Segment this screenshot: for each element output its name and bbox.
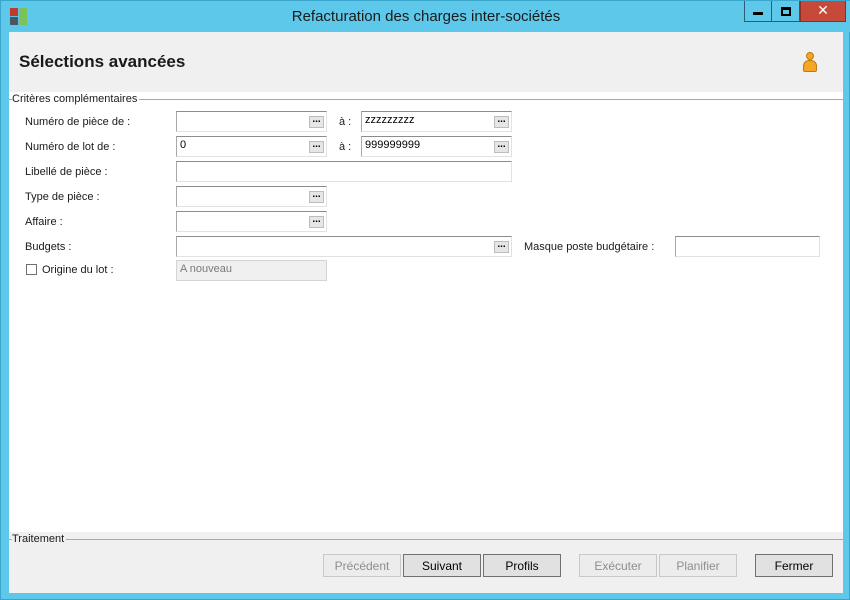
libelle-input[interactable]	[176, 161, 512, 182]
libelle-label: Libellé de pièce :	[25, 166, 108, 178]
affaire-lookup-button[interactable]: ...	[309, 214, 324, 228]
planifier-button[interactable]: Planifier	[659, 554, 737, 577]
ellipsis-icon: ...	[497, 139, 506, 150]
lot-to-lookup-button[interactable]: ...	[494, 139, 509, 153]
minimize-button[interactable]	[744, 1, 772, 22]
precedent-button[interactable]: Précédent	[323, 554, 401, 577]
minimize-icon	[753, 12, 763, 15]
lot-to-input[interactable]: 999999999 ...	[361, 136, 512, 157]
budgets-lookup-button[interactable]: ...	[494, 239, 509, 253]
criteria-group-label: Critères complémentaires	[12, 93, 140, 105]
fermer-button[interactable]: Fermer	[755, 554, 833, 577]
piece-to-lookup-button[interactable]: ...	[494, 114, 509, 128]
profils-button[interactable]: Profils	[483, 554, 561, 577]
type-piece-input[interactable]: ...	[176, 186, 327, 207]
ellipsis-icon: ...	[312, 139, 321, 150]
lot-to-label: à :	[339, 141, 352, 153]
suivant-button[interactable]: Suivant	[403, 554, 481, 577]
lot-from-input[interactable]: 0 ...	[176, 136, 327, 157]
budgets-input[interactable]: ...	[176, 236, 512, 257]
application-window: Refacturation des charges inter-sociétés…	[0, 0, 850, 600]
lot-from-lookup-button[interactable]: ...	[309, 139, 324, 153]
close-button[interactable]: ✕	[800, 1, 846, 22]
lot-to-value: 999999999	[365, 139, 421, 151]
masque-input[interactable]	[675, 236, 820, 257]
piece-to-value: zzzzzzzzz	[365, 114, 415, 126]
header-band: Sélections avancées	[9, 32, 843, 92]
maximize-button[interactable]	[772, 1, 800, 22]
origine-value: A nouveau	[180, 263, 232, 275]
ellipsis-icon: ...	[312, 189, 321, 200]
piece-from-input[interactable]: ...	[176, 111, 327, 132]
ellipsis-icon: ...	[312, 214, 321, 225]
masque-label: Masque poste budgétaire :	[524, 241, 655, 253]
client-area: Sélections avancées Critères complémenta…	[9, 32, 843, 593]
piece-from-lookup-button[interactable]: ...	[309, 114, 324, 128]
executer-button[interactable]: Exécuter	[579, 554, 657, 577]
maximize-icon	[780, 6, 791, 16]
piece-from-label: Numéro de pièce de :	[25, 116, 131, 128]
origine-label: Origine du lot :	[42, 264, 114, 276]
user-icon[interactable]	[802, 52, 818, 74]
lot-from-value: 0	[180, 139, 187, 151]
ellipsis-icon: ...	[497, 239, 506, 250]
ellipsis-icon: ...	[497, 114, 506, 125]
piece-to-input[interactable]: zzzzzzzzz ...	[361, 111, 512, 132]
type-piece-lookup-button[interactable]: ...	[309, 189, 324, 203]
traitement-group-label: Traitement	[12, 533, 67, 545]
window-title: Refacturation des charges inter-sociétés	[291, 8, 561, 25]
lot-from-label: Numéro de lot de :	[25, 141, 116, 153]
affaire-input[interactable]: ...	[176, 211, 327, 232]
title-bar[interactable]: Refacturation des charges inter-sociétés…	[1, 1, 850, 32]
origine-input: A nouveau	[176, 260, 327, 281]
origine-checkbox[interactable]	[26, 264, 37, 275]
type-piece-label: Type de pièce :	[25, 191, 100, 203]
page-title: Sélections avancées	[19, 52, 186, 71]
close-icon: ✕	[817, 3, 829, 19]
budgets-label: Budgets :	[25, 241, 72, 253]
ellipsis-icon: ...	[312, 114, 321, 125]
affaire-label: Affaire :	[25, 216, 63, 228]
traitement-group-line	[9, 539, 843, 540]
piece-to-label: à :	[339, 116, 352, 128]
